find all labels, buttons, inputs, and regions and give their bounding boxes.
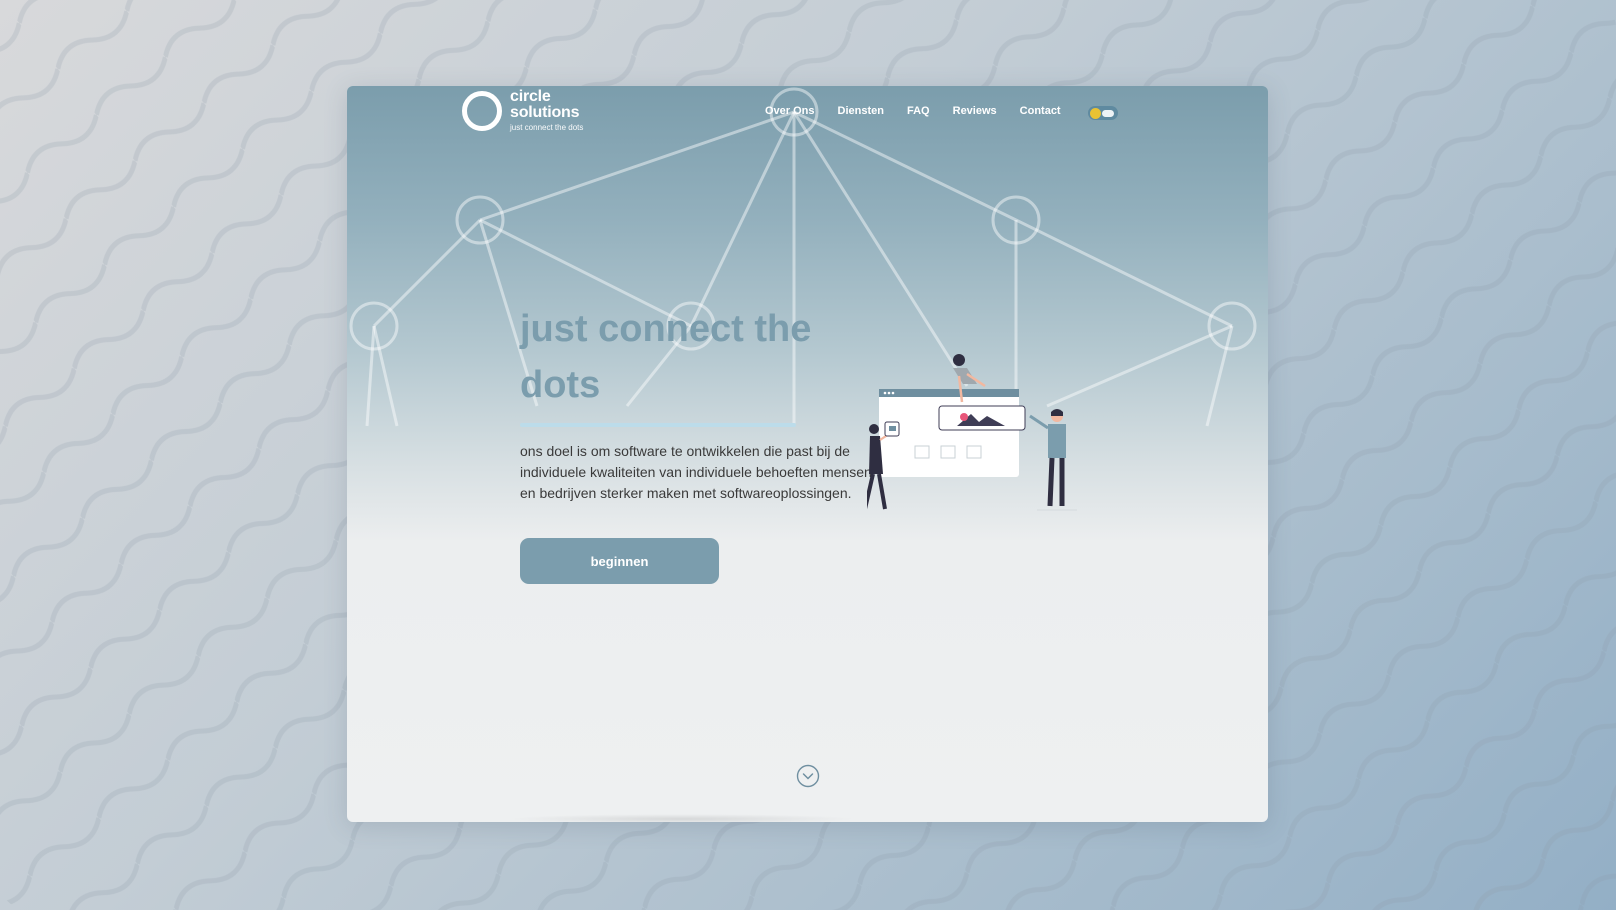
title-underline bbox=[520, 423, 796, 427]
nav-item-over-ons[interactable]: Over Ons bbox=[765, 105, 815, 117]
nav-item-contact[interactable]: Contact bbox=[1020, 105, 1061, 117]
hero-description: ons doel is om software te ontwikkelen d… bbox=[520, 443, 872, 501]
brand-text: circle solutions just connect the dots bbox=[510, 89, 583, 132]
team-collaboration-illustration bbox=[867, 354, 1077, 511]
start-button[interactable]: beginnen bbox=[520, 538, 719, 584]
brand-name-line2: solutions bbox=[510, 104, 580, 121]
cloud-icon bbox=[1102, 110, 1114, 117]
brand-logo[interactable]: circle solutions just connect the dots bbox=[462, 89, 583, 132]
sun-icon bbox=[1090, 108, 1101, 119]
circle-ring-logo-icon bbox=[462, 90, 502, 131]
nav-item-faq[interactable]: FAQ bbox=[907, 105, 930, 117]
chevron-down-circle-icon[interactable] bbox=[796, 764, 820, 788]
section-shadow bbox=[507, 814, 857, 822]
hero-title: just connect the dots bbox=[520, 308, 812, 406]
nav-item-diensten[interactable]: Diensten bbox=[838, 105, 884, 117]
brand-name-line1: circle bbox=[510, 88, 551, 105]
theme-toggle[interactable] bbox=[1088, 106, 1118, 120]
nav-item-reviews[interactable]: Reviews bbox=[953, 105, 997, 117]
brand-tagline: just connect the dots bbox=[510, 123, 584, 132]
main-navigation: Over Ons Diensten FAQ Reviews Contact bbox=[765, 105, 1084, 117]
website-window: circle solutions just connect the dots O… bbox=[347, 86, 1268, 822]
